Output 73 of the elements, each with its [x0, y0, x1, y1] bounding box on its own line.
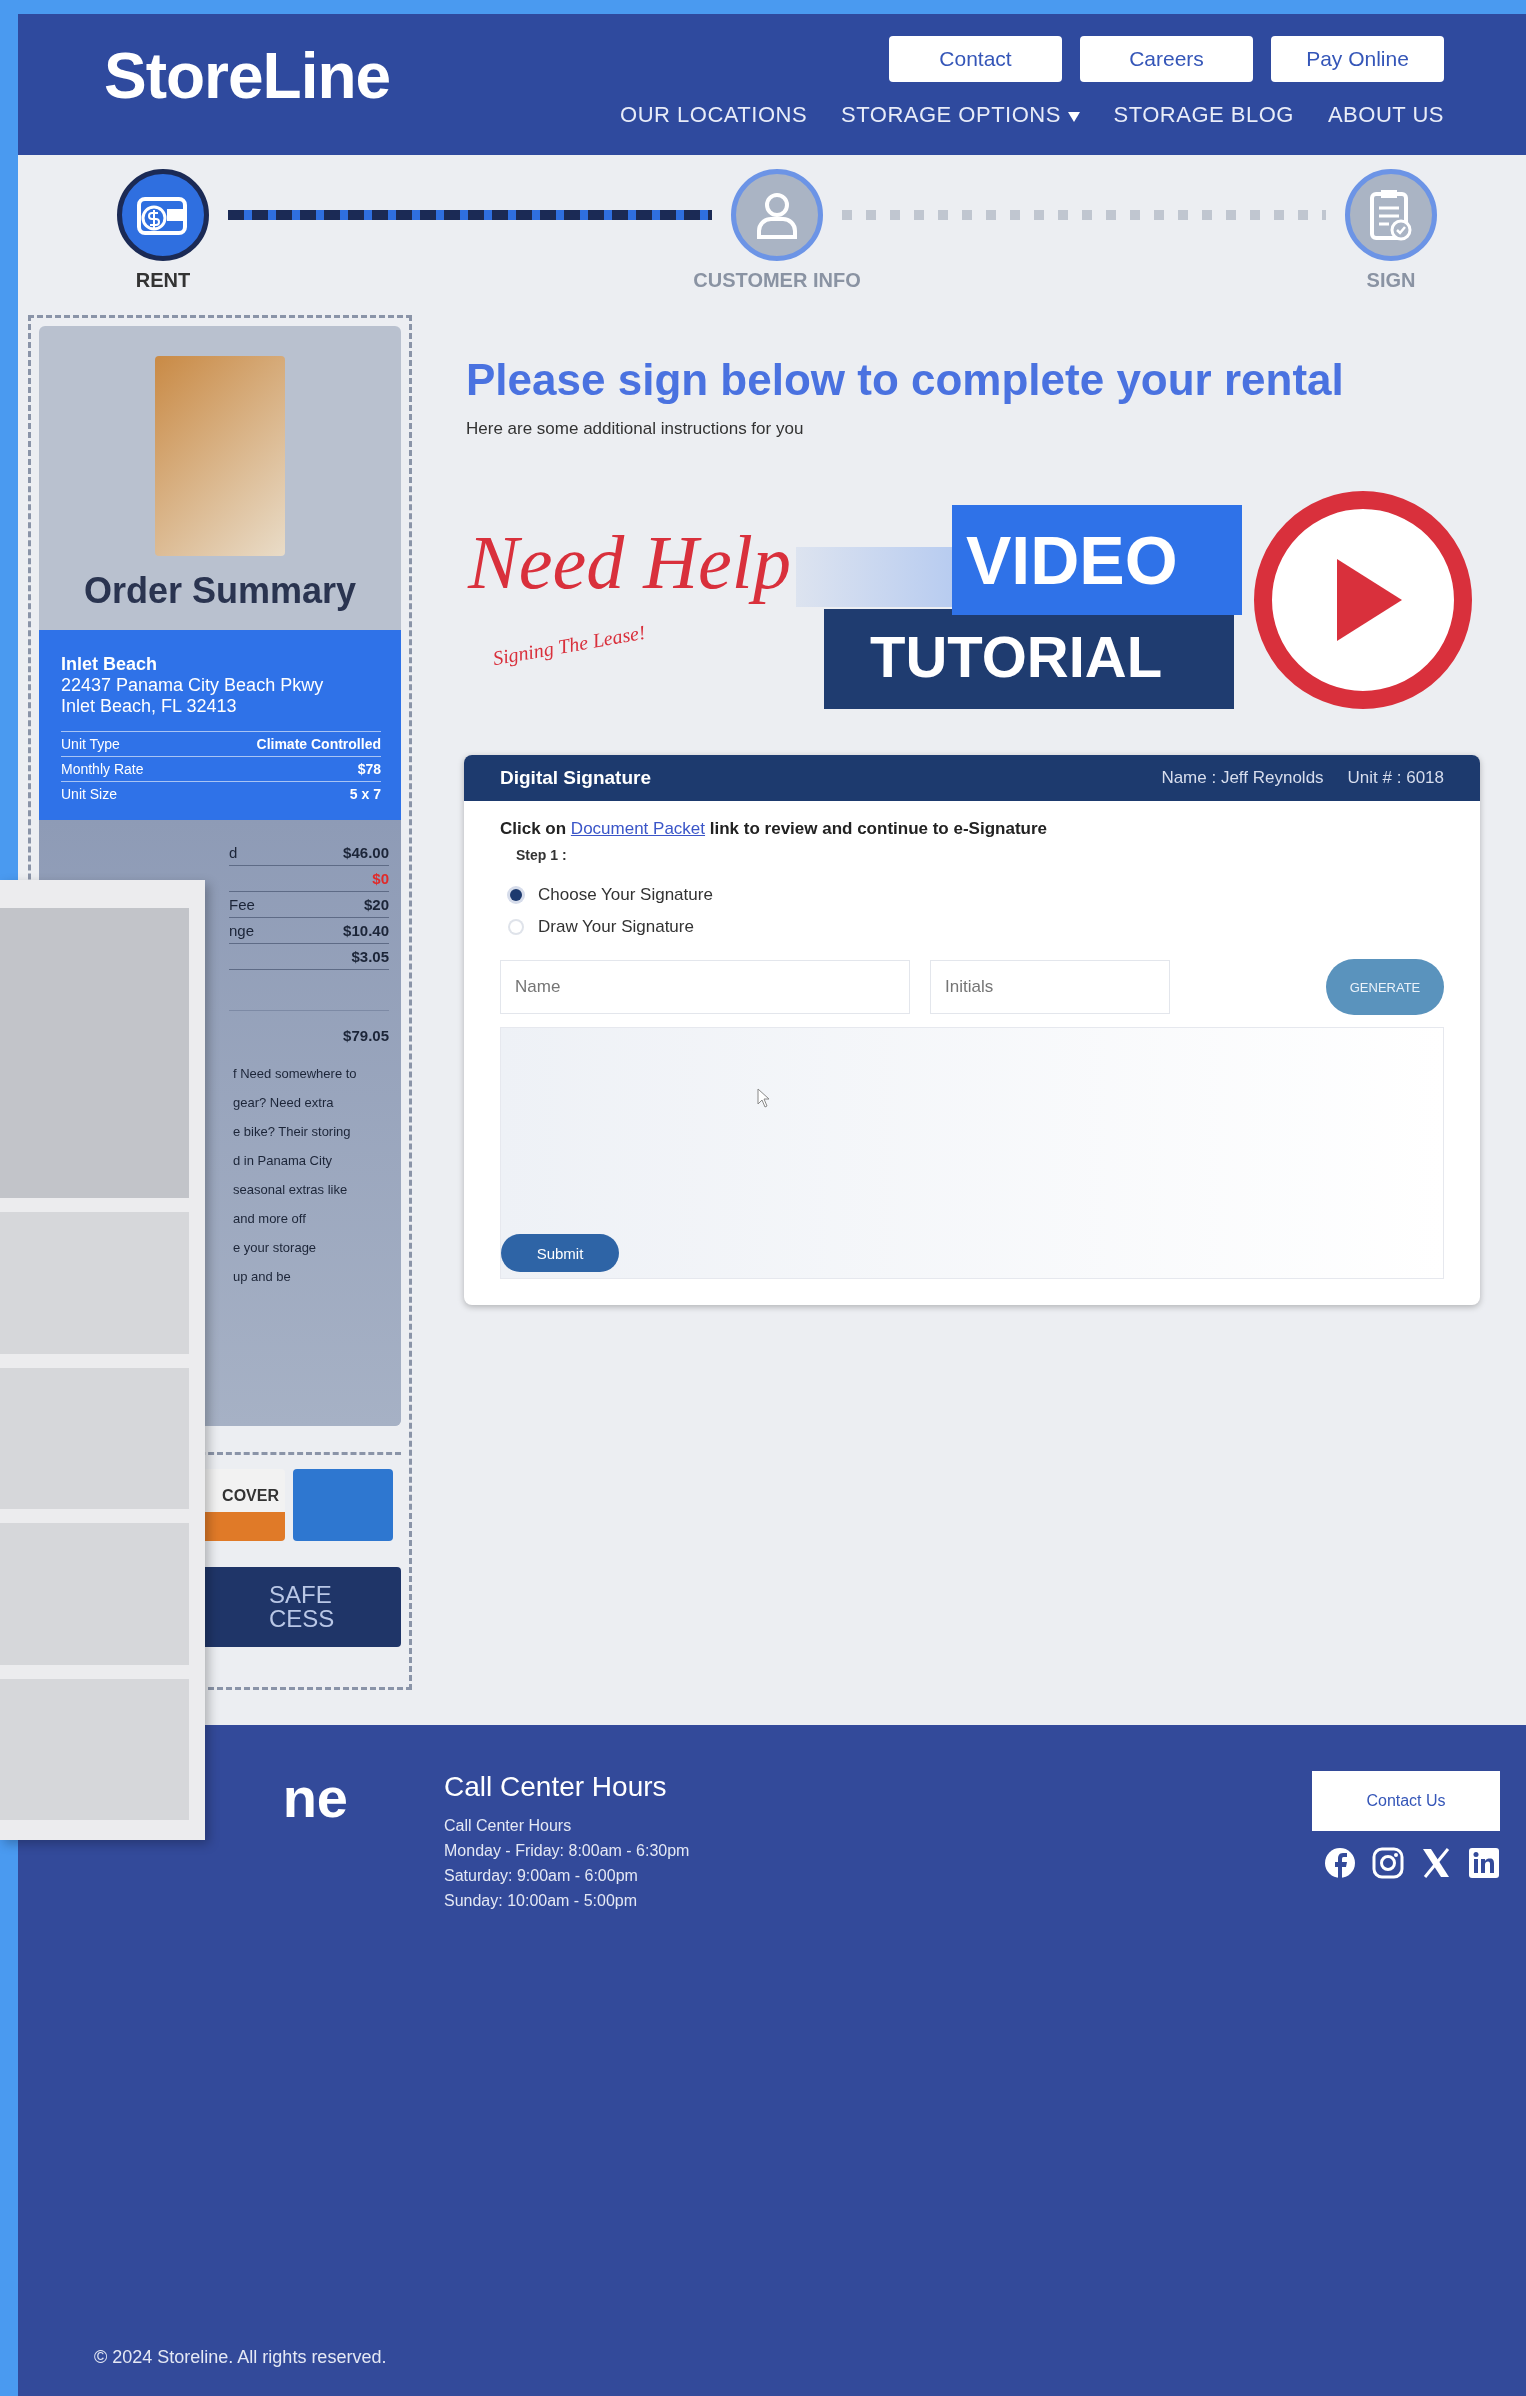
promo-text: gear? Need extra	[233, 1094, 334, 1112]
header-button[interactable]: Careers	[1080, 36, 1253, 82]
document-packet-link[interactable]: Document Packet	[570, 819, 706, 838]
step-label: RENT	[135, 269, 191, 292]
step-label: CUSTOMER INFO	[693, 269, 861, 292]
header-button[interactable]: Contact	[889, 36, 1062, 82]
radio-button[interactable]	[510, 921, 522, 933]
nav-link[interactable]: STORAGE OPTIONS	[841, 102, 1080, 128]
hours-text: Sunday: 10:00am - 5:00pm	[444, 1891, 638, 1911]
initials-field[interactable]: Initials	[930, 960, 1170, 1014]
promo-text: seasonal extras like	[233, 1181, 348, 1199]
unit-detail-label: Unit Size	[61, 786, 118, 802]
copyright-text: © 2024 Storeline. All rights reserved.	[94, 2347, 387, 2368]
location-name: Inlet Beach	[61, 654, 159, 675]
price-value: $46.00	[343, 844, 389, 861]
hours-text: Call Center Hours	[444, 1816, 573, 1836]
name-field[interactable]: Name	[500, 960, 910, 1014]
promo-text: e your storage	[233, 1239, 317, 1257]
location-city: Inlet Beach, FL 32413	[61, 696, 238, 717]
nav-link[interactable]: STORAGE BLOG	[1113, 102, 1294, 128]
signature-pad[interactable]: Submit	[500, 1027, 1444, 1279]
promo-text: e bike? Their storing	[233, 1123, 351, 1141]
unit-detail-value: 5 x 7	[349, 786, 381, 802]
price-label: nge	[229, 922, 255, 939]
linkedin-icon[interactable]	[1468, 1847, 1500, 1879]
signature-option[interactable]: Draw Your Signature	[510, 917, 1444, 937]
footer-heading: Call Center Hours	[444, 1771, 668, 1803]
radio-button[interactable]	[510, 889, 522, 901]
hours-text: Saturday: 9:00am - 6:00pm	[444, 1866, 639, 1886]
video-label[interactable]: VIDEO	[952, 505, 1242, 615]
facebook-icon[interactable]	[1324, 1847, 1356, 1879]
x-logo-icon[interactable]	[1420, 1847, 1452, 1879]
order-summary-title: Order Summary	[83, 570, 357, 612]
page-title: Please sign below to complete your rental	[466, 355, 1345, 405]
contact-us-button[interactable]: Contact Us	[1312, 1771, 1500, 1831]
step-label: Step 1 :	[516, 847, 568, 863]
step-label: SIGN	[1366, 269, 1416, 292]
price-value: $0	[372, 870, 389, 887]
unit-detail-label: Monthly Rate	[61, 761, 144, 777]
person-icon	[755, 191, 799, 239]
promo-text: d in Panama City	[233, 1152, 332, 1170]
unit-detail-label: Unit Type	[61, 736, 120, 752]
promo-text: up and be	[233, 1268, 291, 1286]
price-value: $10.40	[343, 922, 389, 939]
clipboard-check-icon	[1369, 188, 1413, 242]
cursor-icon	[757, 1088, 771, 1108]
submit-button[interactable]: Submit	[501, 1234, 619, 1272]
need-help-text: Need Help	[468, 519, 791, 606]
location-address: 22437 Panama City Beach Pkwy	[61, 675, 325, 696]
banner-tagline: Signing The Lease!	[491, 620, 648, 671]
unit-detail-value: $78	[357, 761, 381, 777]
unit-detail-value: Climate Controlled	[256, 736, 381, 752]
page-subtitle: Here are some additional instructions for you	[466, 419, 805, 439]
renter-name: Name : Jeff Reynolds	[1161, 768, 1324, 788]
tutorial-label[interactable]: TUTORIAL	[824, 609, 1234, 709]
price-value: $3.05	[351, 948, 389, 965]
signature-option[interactable]: Choose Your Signature	[510, 885, 1444, 905]
price-label: Fee	[229, 896, 255, 913]
play-icon[interactable]	[1252, 489, 1474, 711]
total-price: $79.05	[229, 1010, 389, 1044]
hours-text: Monday - Friday: 8:00am - 6:30pm	[444, 1841, 690, 1861]
instruction-text: Click on Document Packet link to review and continue to e-Signature	[500, 819, 1048, 839]
instagram-icon[interactable]	[1372, 1847, 1404, 1879]
nav-link[interactable]: ABOUT US	[1327, 102, 1444, 128]
signature-panel-title: Digital Signature	[500, 767, 651, 789]
site-logo[interactable]: StoreLine	[104, 38, 391, 113]
promo-text: and more off	[233, 1210, 306, 1228]
header-button[interactable]: Pay Online	[1271, 36, 1444, 82]
unit-number: Unit # : 6018	[1347, 768, 1444, 788]
nav-link[interactable]: OUR LOCATIONS	[620, 102, 808, 128]
promo-text: f Need somewhere to	[233, 1065, 357, 1083]
price-label: d	[229, 844, 238, 861]
price-value: $20	[363, 896, 389, 913]
